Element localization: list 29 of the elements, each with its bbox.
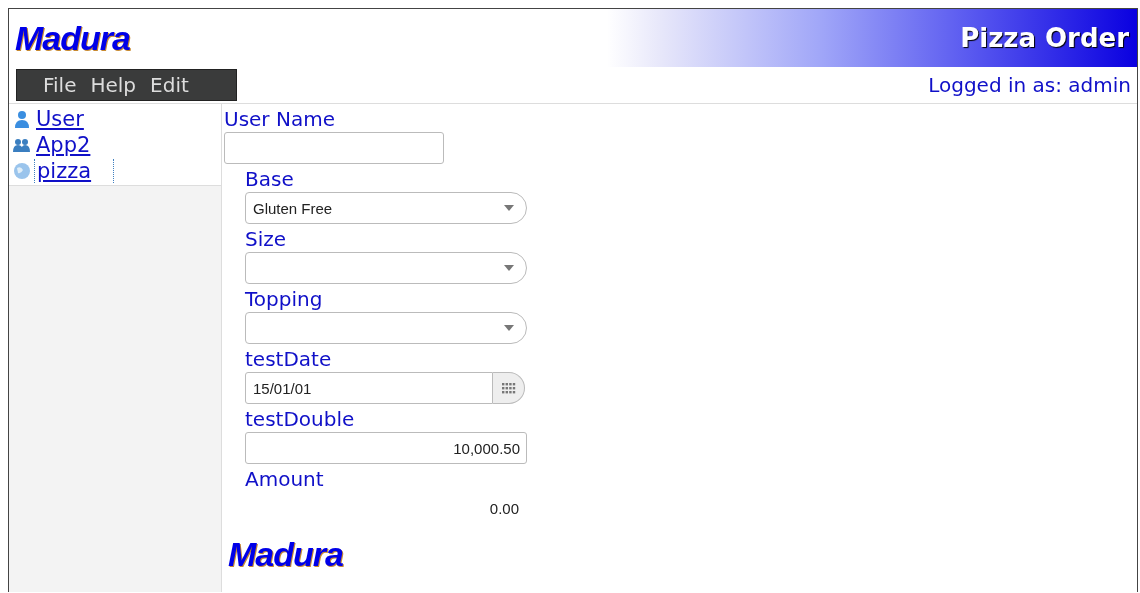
- caret-icon: [504, 205, 514, 211]
- field-label: Topping: [245, 286, 324, 312]
- sidebar-item[interactable]: pizza: [13, 158, 221, 184]
- menu-item[interactable]: Help: [84, 73, 143, 97]
- page-title: Pizza Order: [960, 23, 1129, 53]
- globe-icon: [13, 162, 31, 180]
- caret-icon: [504, 325, 514, 331]
- number-field[interactable]: 10,000.50: [245, 432, 527, 464]
- field-label: Size: [245, 226, 288, 252]
- text-field[interactable]: [224, 132, 444, 164]
- sidebar-item[interactable]: User: [13, 106, 221, 132]
- date-field[interactable]: 15/01/01: [245, 372, 493, 404]
- logo: Madura: [15, 18, 130, 58]
- login-status: Logged in as: admin: [928, 73, 1131, 97]
- field-label: testDouble: [245, 406, 356, 432]
- field-label: Base: [245, 166, 295, 192]
- field-label: Amount: [245, 466, 325, 492]
- people-icon: [13, 138, 31, 152]
- field-label: testDate: [245, 346, 333, 372]
- grid-icon: [501, 382, 516, 394]
- menu-item[interactable]: Edit: [144, 73, 195, 97]
- field-label: User Name: [224, 106, 336, 132]
- calendar-button[interactable]: [493, 372, 525, 404]
- sidebar-item[interactable]: App2: [13, 132, 221, 158]
- amount-value: 0.00: [488, 499, 519, 519]
- caret-icon: [504, 265, 514, 271]
- footer-logo: Madura: [228, 535, 343, 573]
- person-icon: [13, 110, 31, 128]
- menu-item[interactable]: File: [37, 73, 83, 97]
